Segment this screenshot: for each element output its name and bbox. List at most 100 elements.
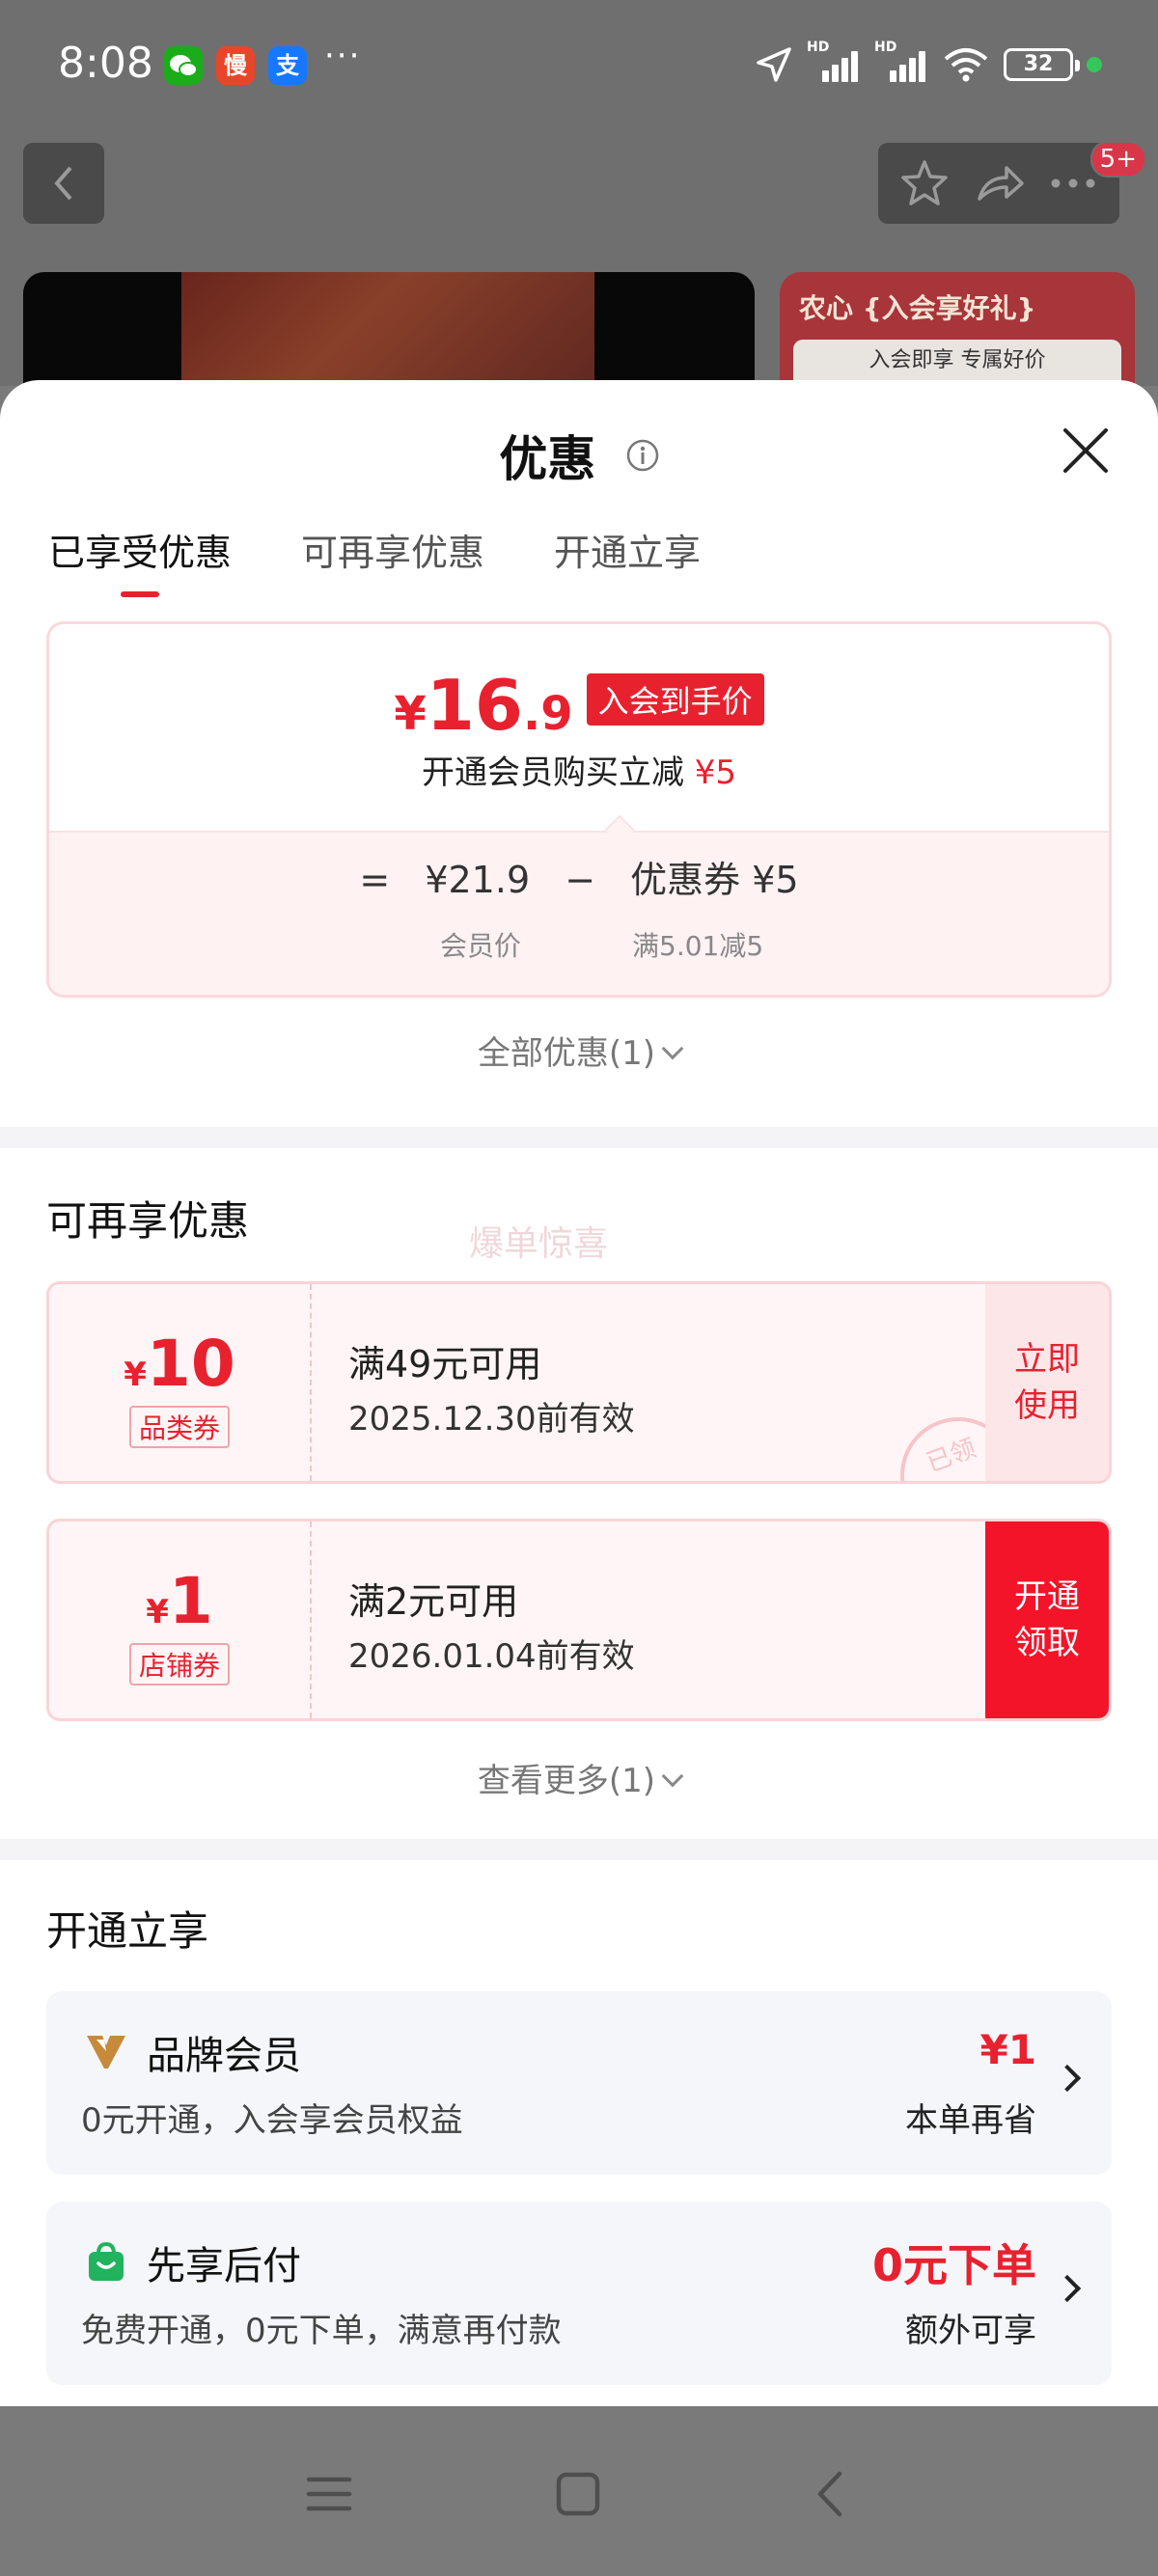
signal-2-icon: HD <box>874 40 928 84</box>
final-price: ¥16.9 入会到手价 <box>49 665 1109 746</box>
equals-sign: = <box>359 859 391 901</box>
share-icon[interactable] <box>972 156 1026 210</box>
final-price-card: ¥16.9 入会到手价 开通会员购买立减 ¥5 = ¥21.9 − 优惠券 ¥5 … <box>46 621 1112 998</box>
see-more-label: 查看更多(1) <box>477 1762 656 1800</box>
status-bar: 8:08 慢 支 ··· HD HD 32 <box>0 0 1158 135</box>
coupon-expiry: 2025.12.30前有效 <box>348 1400 635 1439</box>
member-price-tag: 入会到手价 <box>586 673 764 726</box>
header-tools <box>878 143 1119 224</box>
alipay-icon: 支 <box>268 46 307 85</box>
home-square-icon <box>556 2472 600 2516</box>
shopping-bag-icon <box>89 2241 124 2281</box>
price-subtitle: 开通会员购买立减 ¥5 <box>49 746 1109 793</box>
service-description: 免费开通，0元下单，满意再付款 <box>81 2312 562 2350</box>
wifi-icon <box>944 48 988 82</box>
discount-sheet: 优惠 已享受优惠 可再享优惠 开通立享 ¥16.9 入会到手价 开通会员购买立减 … <box>0 380 1158 2406</box>
all-discounts-link[interactable]: 全部优惠(1) <box>0 1027 1158 1074</box>
subtitle-amount: ¥5 <box>694 754 737 792</box>
extra-benefit-label: 额外可享 <box>905 2312 1036 2350</box>
open-and-claim-button[interactable]: 开通 领取 <box>985 1521 1109 1718</box>
system-nav-bar <box>0 2406 1158 2576</box>
wechat-icon <box>164 46 203 85</box>
indicator-dot <box>1087 57 1102 72</box>
price-equation: = ¥21.9 − 优惠券 ¥5 <box>49 850 1109 903</box>
price-decimal: .9 <box>522 687 573 741</box>
close-icon[interactable] <box>1060 425 1112 477</box>
coupon-value: ¥10 品类券 <box>49 1284 312 1481</box>
tab-more-available[interactable]: 可再享优惠 <box>301 523 484 605</box>
chevron-down-icon <box>661 1765 684 1788</box>
price-currency: ¥ <box>394 687 427 741</box>
member-price: ¥21.9 <box>425 859 531 901</box>
system-back-button[interactable] <box>797 2460 865 2528</box>
background-page: 8:08 慢 支 ··· HD HD 32 5+ 农心 {入会享好礼} 入会即享… <box>0 0 1158 386</box>
see-more-link[interactable]: 查看更多(1) <box>0 1754 1158 1801</box>
service-description: 0元开通，入会享会员权益 <box>81 2101 463 2140</box>
promo-banner: 农心 {入会享好礼} 入会即享 专属好价 <box>780 272 1135 386</box>
coupon-amount: 优惠券 ¥5 <box>630 859 799 901</box>
back-button[interactable] <box>23 143 104 224</box>
member-price-caption: 会员价 <box>440 930 522 962</box>
coupon-number: 1 <box>168 1564 213 1638</box>
sheet-title: 优惠 <box>499 431 596 487</box>
tab-enjoyed[interactable]: 已享受优惠 <box>48 523 232 605</box>
price-integer: 16 <box>426 665 523 746</box>
chevron-right-icon <box>1053 2274 1082 2303</box>
signal-1-icon: HD <box>807 40 861 84</box>
watermark-text: 爆单惊喜 <box>469 1224 609 1264</box>
zero-order-label: 0元下单 <box>871 2239 1036 2291</box>
coupon-type-badge: 品类券 <box>128 1406 231 1448</box>
menu-button[interactable] <box>295 2460 363 2528</box>
brand-member-card[interactable]: 品牌会员 0元开通，入会享会员权益 ¥1 本单再省 <box>46 1991 1112 2175</box>
status-time: 8:08 <box>58 39 153 88</box>
home-button[interactable] <box>544 2460 612 2528</box>
section-divider <box>0 1839 1158 1860</box>
brand-member-icon <box>87 2036 125 2069</box>
service-name: 先享后付 <box>147 2244 301 2288</box>
coupon-value: ¥1 店铺券 <box>49 1521 312 1718</box>
promo-title: 农心 {入会享好礼} <box>799 292 1036 324</box>
coupon-condition: 满49元可用 <box>348 1343 542 1385</box>
location-icon <box>757 47 791 82</box>
promo-subtitle: 入会即享 专属好价 <box>793 340 1121 386</box>
service-name: 品牌会员 <box>147 2034 301 2078</box>
savings-label: 本单再省 <box>905 2101 1036 2140</box>
coupon-amount: ¥10 <box>49 1327 310 1401</box>
message-badge: 5+ <box>1089 141 1146 178</box>
action-line-1: 立即 <box>1014 1340 1080 1379</box>
coupon-currency: ¥ <box>124 1356 147 1394</box>
star-icon[interactable] <box>897 156 951 210</box>
coupon-caption: 满5.01减5 <box>632 930 764 962</box>
coupon-card: ¥10 品类券 满49元可用 2025.12.30前有效 已领 立即 使用 <box>46 1281 1112 1484</box>
coupon-amount: ¥1 <box>49 1564 310 1638</box>
info-icon[interactable] <box>626 439 659 472</box>
coupon-condition: 满2元可用 <box>348 1580 519 1623</box>
savings-amount: ¥1 <box>979 2026 1036 2073</box>
subtitle-text: 开通会员购买立减 <box>421 754 684 792</box>
section-divider <box>0 1127 1158 1148</box>
coupon-number: 10 <box>146 1327 235 1401</box>
chevron-down-icon <box>661 1037 684 1060</box>
back-arrow-icon <box>817 2471 842 2517</box>
sheet-title-row: 优惠 <box>0 421 1158 490</box>
coupon-card: ¥1 店铺券 满2元可用 2026.01.04前有效 开通领取 <box>46 1519 1112 1721</box>
action-line-2: 使用 <box>1014 1386 1080 1425</box>
chevron-right-icon <box>1053 2064 1082 2093</box>
more-discounts-title: 可再享优惠 <box>46 1197 250 1245</box>
tab-open-now[interactable]: 开通立享 <box>554 523 701 605</box>
menu-icon <box>306 2477 352 2511</box>
coupon-type-badge: 店铺券 <box>128 1643 231 1685</box>
product-image <box>181 272 594 386</box>
coupon-currency: ¥ <box>146 1593 169 1631</box>
use-now-button[interactable]: 立即 使用 <box>985 1284 1109 1481</box>
tab-bar: 已享受优惠 可再享优惠 开通立享 <box>48 523 701 605</box>
chevron-left-icon <box>54 166 72 201</box>
product-video <box>23 272 755 386</box>
minus-sign: − <box>565 859 596 901</box>
pay-later-card[interactable]: 先享后付 免费开通，0元下单，满意再付款 0元下单 额外可享 <box>46 2202 1112 2385</box>
action-line-2: 领取 <box>1014 1624 1080 1662</box>
open-now-title: 开通立享 <box>46 1907 209 1955</box>
battery-icon: 32 <box>1004 48 1080 81</box>
action-line-1: 开通 <box>1014 1577 1080 1616</box>
coupon-expiry: 2026.01.04前有效 <box>348 1637 635 1676</box>
